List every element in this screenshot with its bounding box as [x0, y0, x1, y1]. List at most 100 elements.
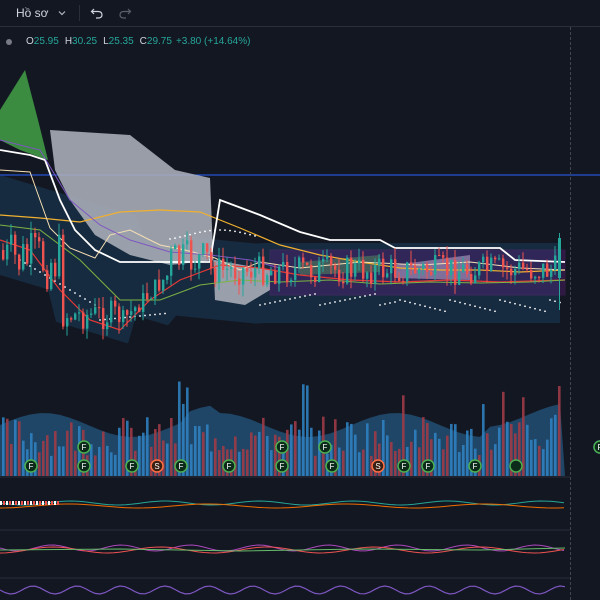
candle-body [62, 234, 65, 327]
volume-bar [494, 444, 497, 476]
parabolic-sar-dot [229, 229, 231, 232]
candle-body [442, 255, 445, 258]
candle-body [554, 255, 557, 270]
parabolic-sar-dot [469, 304, 471, 306]
parabolic-sar-dot [399, 299, 401, 301]
volume-bar [198, 426, 201, 476]
candle-body [262, 256, 265, 285]
volume-bar [558, 386, 561, 476]
undo-button[interactable] [86, 2, 108, 24]
candle-body [494, 257, 497, 260]
candle-body [406, 262, 409, 282]
candle-body [382, 258, 385, 278]
volume-bar [290, 424, 293, 476]
parabolic-sar-dot [184, 234, 186, 237]
oscillator-histogram [0, 501, 2, 505]
volume-bar [318, 430, 321, 476]
candle-body [178, 245, 181, 265]
parabolic-sar-dot [74, 292, 76, 294]
candle-body [150, 298, 153, 300]
parabolic-sar-dot [404, 300, 406, 303]
oscillator-histogram [42, 501, 44, 505]
parabolic-sar-dot [59, 283, 61, 285]
candle-body [454, 260, 457, 285]
candle-body [418, 268, 421, 274]
candle-body [14, 234, 17, 255]
candle-body [134, 307, 137, 312]
candle-body [482, 256, 485, 263]
parabolic-sar-dot [39, 271, 41, 273]
oscillator-histogram [3, 501, 5, 505]
parabolic-sar-dot [494, 310, 496, 313]
volume-bar [222, 445, 225, 476]
crosshair-vertical-line [570, 27, 571, 600]
profile-dropdown[interactable]: Hồ sơ [16, 6, 67, 20]
redo-button[interactable] [114, 2, 136, 24]
parabolic-sar-dot [354, 297, 356, 299]
volume-bar [550, 418, 553, 476]
candle-body [458, 272, 461, 285]
volume-bar [358, 452, 361, 476]
parabolic-sar-dot [69, 289, 71, 291]
parabolic-sar-dot [474, 305, 476, 308]
candle-body [474, 275, 477, 284]
parabolic-sar-dot [419, 304, 421, 306]
candle-body [426, 264, 429, 273]
volume-bar [102, 431, 105, 476]
volume-bar [298, 429, 301, 476]
volume-bar [10, 443, 13, 476]
candle-body [286, 261, 289, 283]
parabolic-sar-dot [329, 302, 331, 304]
volume-bar [410, 441, 413, 476]
volume-bar [210, 451, 213, 476]
signal-marker-label: F [280, 462, 285, 471]
oscillator-histogram [24, 501, 26, 505]
candle-body [214, 268, 217, 283]
signal-marker-label: F [323, 443, 328, 452]
candle-body [438, 255, 441, 257]
candle-body [510, 268, 513, 276]
parabolic-sar-dot [79, 295, 81, 297]
parabolic-sar-dot [289, 298, 291, 300]
volume-bar [46, 435, 49, 476]
price-chart[interactable]: FFFFFFFSFFFFSFFF [0, 27, 600, 600]
candle-body [330, 255, 333, 266]
volume-bar [454, 424, 457, 476]
parabolic-sar-dot [549, 299, 551, 301]
volume-bar [266, 435, 269, 476]
undo-icon [90, 8, 103, 19]
candle-body [298, 257, 301, 268]
volume-bar [446, 435, 449, 476]
candle-body [478, 262, 481, 276]
parabolic-sar-dot [464, 302, 466, 305]
parabolic-sar-dot [369, 294, 371, 296]
volume-bar [66, 430, 69, 476]
candle-body [54, 262, 57, 277]
candle-body [90, 313, 93, 315]
volume-bar [490, 449, 493, 476]
parabolic-sar-dot [199, 231, 201, 234]
candle-body [550, 269, 553, 277]
parabolic-sar-dot [429, 306, 431, 309]
candle-body [166, 275, 169, 280]
candle-body [354, 263, 357, 277]
candle-body [74, 313, 77, 320]
parabolic-sar-dot [269, 302, 271, 304]
volume-bar [438, 438, 441, 476]
candle-body [282, 261, 285, 267]
volume-bar [6, 418, 9, 476]
oscillator-histogram [30, 501, 32, 505]
candle-body [370, 272, 373, 284]
parabolic-sar-dot [179, 236, 181, 238]
candle-body [534, 276, 537, 279]
candle-body [194, 268, 197, 270]
parabolic-sar-dot [374, 293, 376, 295]
candle-body [326, 255, 329, 259]
volume-bar [418, 447, 421, 476]
candle-body [306, 262, 309, 265]
candle-body [334, 265, 337, 270]
parabolic-sar-dot [114, 317, 116, 320]
parabolic-sar-dot [324, 303, 326, 305]
signal-marker-label: F [227, 462, 232, 471]
oscillator-histogram [15, 501, 17, 505]
